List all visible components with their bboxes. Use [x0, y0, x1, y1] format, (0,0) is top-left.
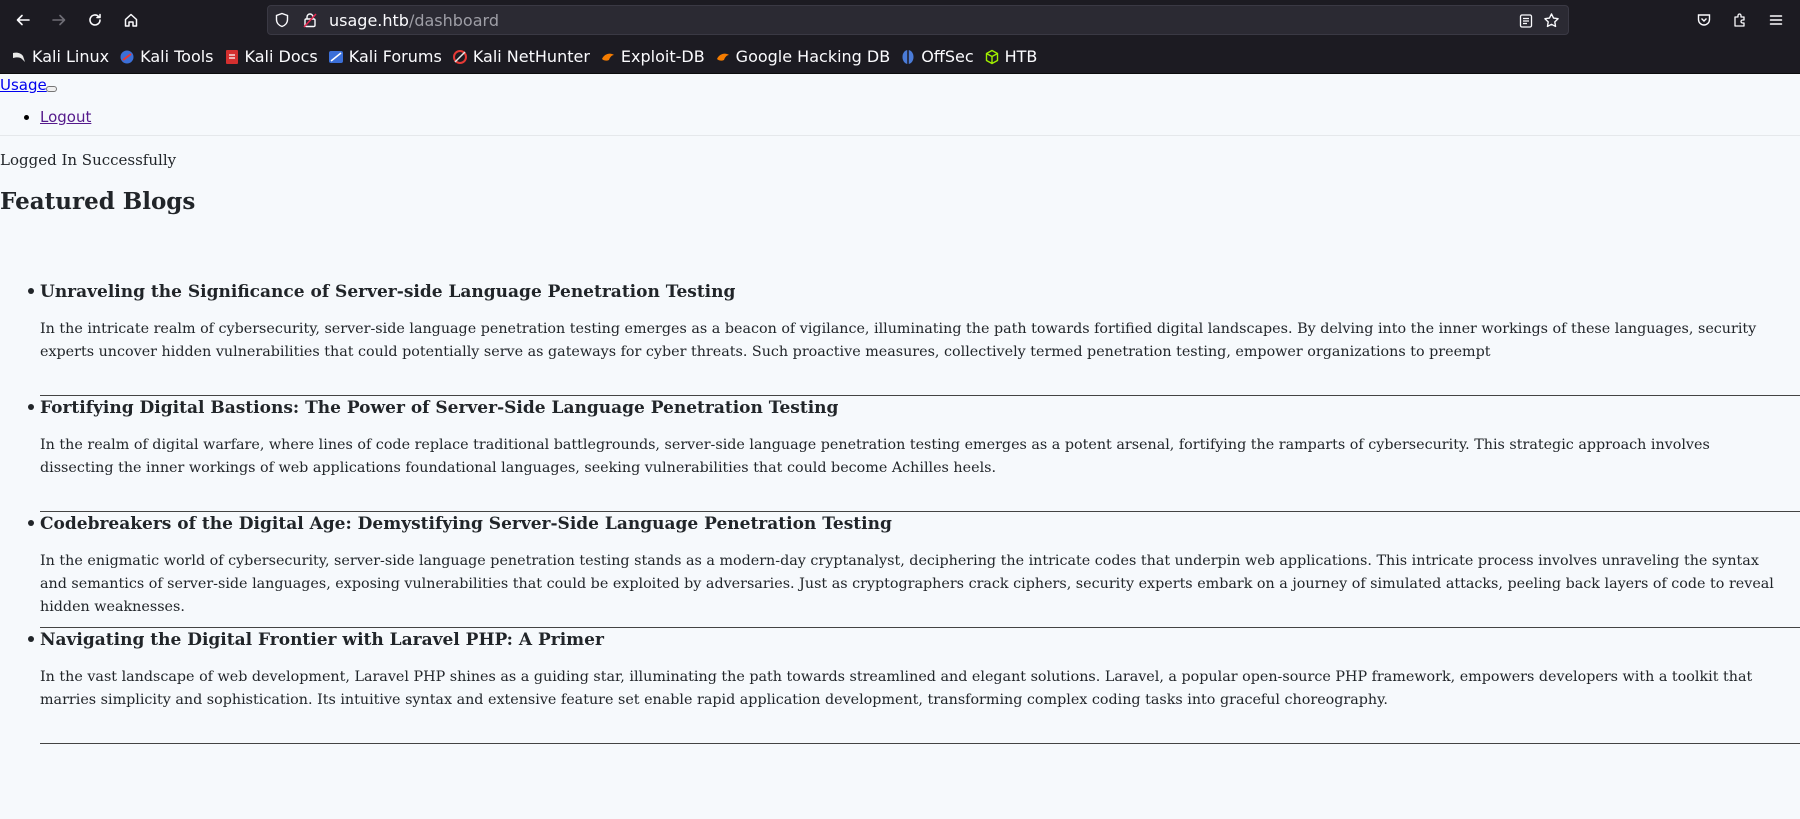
bookmark-label: Exploit-DB	[620, 47, 705, 66]
reload-icon	[89, 13, 101, 26]
blog-item: Unraveling the Significance of Server-si…	[28, 280, 1800, 396]
extensions-icon[interactable]	[1732, 12, 1748, 28]
blog-title: Codebreakers of the Digital Age: Demysti…	[40, 514, 892, 534]
tracking-shield-icon[interactable]	[274, 12, 290, 28]
blog-body: In the intricate realm of cybersecurity,…	[40, 321, 1757, 360]
htb-cube-icon	[984, 49, 1000, 65]
kali-docs-icon	[224, 49, 240, 65]
bookmark-kali-forums[interactable]: Kali Forums	[328, 47, 442, 66]
kali-forums-icon	[328, 49, 344, 65]
bookmark-exploit-db[interactable]: Exploit-DB	[600, 47, 705, 66]
nav-item-logout: Logout	[40, 108, 91, 126]
url-host: usage.htb	[329, 11, 409, 30]
featured-blogs-heading: Featured Blogs	[0, 188, 196, 215]
address-bar[interactable]: usage.htb/dashboard	[267, 5, 1569, 35]
nav-list: Logout	[40, 108, 91, 126]
arrow-right-icon	[52, 14, 66, 26]
bookmark-label: Kali Tools	[140, 47, 214, 66]
url-path: /dashboard	[408, 11, 499, 30]
kali-dragon-icon	[11, 49, 27, 65]
bookmark-kali-linux[interactable]: Kali Linux	[11, 47, 109, 66]
insecure-lock-icon[interactable]	[302, 12, 318, 28]
blog-item: Fortifying Digital Bastions: The Power o…	[28, 396, 1800, 512]
bookmark-label: Kali NetHunter	[472, 47, 590, 66]
bookmark-label: Kali Linux	[32, 47, 110, 66]
blog-body: In the vast landscape of web development…	[40, 669, 1753, 708]
logout-link[interactable]: Logout	[40, 108, 91, 126]
back-button[interactable]	[5, 2, 41, 38]
arrow-left-icon	[16, 14, 30, 26]
nethunter-icon	[452, 49, 468, 65]
bookmark-label: Kali Forums	[348, 47, 442, 66]
offsec-icon	[900, 49, 916, 65]
pocket-icon[interactable]	[1696, 12, 1712, 28]
brand-link[interactable]: Usage	[0, 76, 47, 94]
bookmark-label: OffSec	[921, 47, 974, 66]
navbar-toggler-button[interactable]	[46, 86, 57, 92]
bullet-icon	[28, 404, 34, 410]
exploit-db-icon	[600, 49, 616, 65]
blog-title: Navigating the Digital Frontier with Lar…	[40, 630, 604, 650]
bookmark-star-icon[interactable]	[1543, 12, 1560, 29]
home-icon	[124, 13, 138, 27]
bullet-icon	[28, 520, 34, 526]
menu-icon[interactable]	[1768, 12, 1784, 28]
blog-body: In the realm of digital warfare, where l…	[40, 437, 1710, 476]
home-button[interactable]	[113, 2, 149, 38]
bookmark-kali-docs[interactable]: Kali Docs	[224, 47, 318, 66]
blog-title: Fortifying Digital Bastions: The Power o…	[40, 398, 839, 418]
blog-item: Navigating the Digital Frontier with Lar…	[28, 628, 1800, 744]
ghdb-icon	[715, 49, 731, 65]
login-status-text: Logged In Successfully	[0, 151, 177, 169]
bookmark-label: HTB	[1004, 47, 1038, 66]
browser-toolbar: usage.htb/dashboard	[0, 0, 1800, 40]
bookmarks-toolbar: Kali Linux Kali Tools Kali Docs Kali For…	[0, 40, 1800, 74]
blog-item: Codebreakers of the Digital Age: Demysti…	[28, 512, 1800, 628]
blog-title: Unraveling the Significance of Server-si…	[40, 282, 736, 302]
bookmark-kali-tools[interactable]: Kali Tools	[119, 47, 214, 66]
bullet-icon	[28, 288, 34, 294]
bookmark-offsec[interactable]: OffSec	[900, 47, 974, 66]
bookmark-htb[interactable]: HTB	[984, 47, 1038, 66]
bookmark-google-hacking-db[interactable]: Google Hacking DB	[715, 47, 891, 66]
bookmark-kali-nethunter[interactable]: Kali NetHunter	[452, 47, 590, 66]
reload-button[interactable]	[77, 2, 113, 38]
page-content: Usage Logout Logged In Successfully Feat…	[0, 74, 1800, 744]
bullet-icon	[28, 636, 34, 642]
reader-view-icon[interactable]	[1518, 13, 1534, 29]
bookmark-label: Google Hacking DB	[735, 47, 891, 66]
forward-button[interactable]	[41, 2, 77, 38]
kali-tools-icon	[119, 49, 135, 65]
blog-divider	[40, 743, 1800, 744]
bookmark-label: Kali Docs	[244, 47, 318, 66]
url-text[interactable]: usage.htb/dashboard	[329, 11, 499, 30]
blog-body: In the enigmatic world of cybersecurity,…	[40, 553, 1774, 615]
site-navbar: Usage Logout	[0, 74, 1800, 136]
blog-list: Unraveling the Significance of Server-si…	[28, 280, 1800, 744]
